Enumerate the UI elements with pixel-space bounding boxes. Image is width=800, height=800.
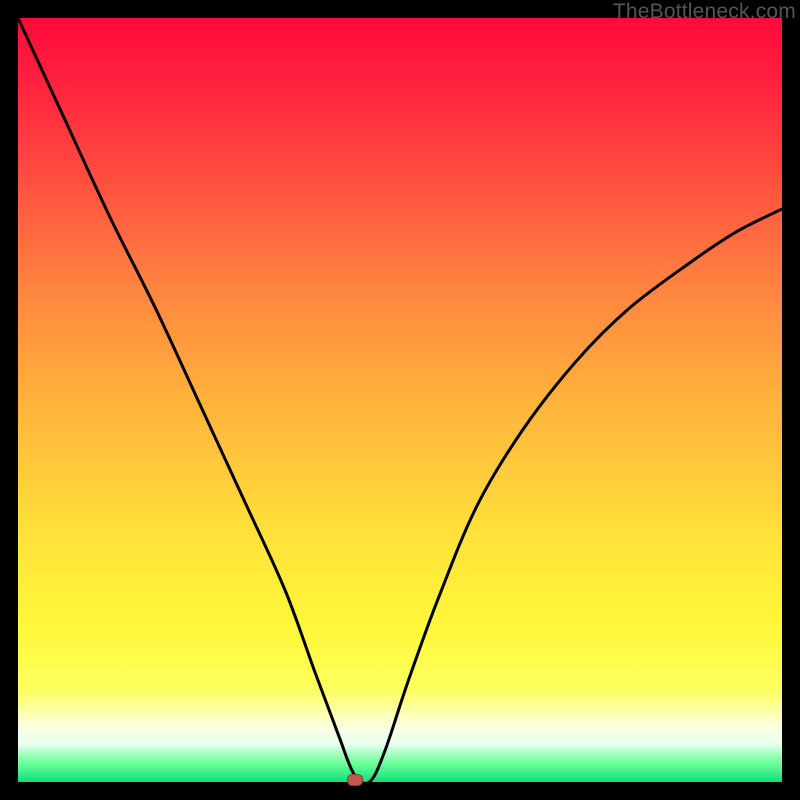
minimum-marker (347, 774, 363, 786)
bottleneck-curve (18, 18, 782, 782)
curve-svg (18, 18, 782, 782)
chart-stage: TheBottleneck.com (0, 0, 800, 800)
plot-area (18, 18, 782, 782)
